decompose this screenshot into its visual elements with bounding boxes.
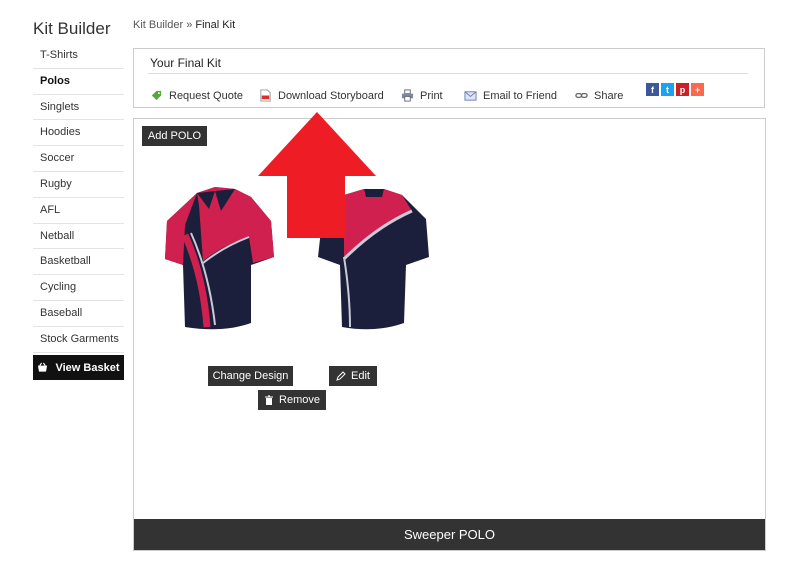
- printer-icon: [401, 89, 414, 102]
- sidebar-item-tshirts[interactable]: T-Shirts: [33, 43, 124, 69]
- pdf-icon: [260, 89, 271, 102]
- remove-button[interactable]: Remove: [258, 390, 326, 410]
- edit-button[interactable]: Edit: [329, 366, 377, 386]
- panel-divider: [148, 73, 748, 74]
- twitter-icon[interactable]: t: [661, 83, 674, 96]
- breadcrumb: Kit Builder » Final Kit: [133, 19, 235, 31]
- pencil-icon: [336, 371, 346, 381]
- facebook-icon[interactable]: f: [646, 83, 659, 96]
- sidebar-item-afl[interactable]: AFL: [33, 198, 124, 224]
- sidebar-item-basketball[interactable]: Basketball: [33, 249, 124, 276]
- sidebar-item-stock-garments[interactable]: Stock Garments: [33, 327, 124, 353]
- basket-icon: [38, 362, 48, 372]
- social-share-buttons: f t p +: [646, 83, 704, 96]
- final-kit-title: Your Final Kit: [150, 56, 221, 70]
- sidebar-title: Kit Builder: [33, 19, 111, 38]
- print-label: Print: [420, 89, 443, 102]
- design-name-bar: Sweeper POLO: [134, 519, 765, 550]
- email-icon: [464, 91, 477, 101]
- sidebar-item-hoodies[interactable]: Hoodies: [33, 120, 124, 147]
- edit-label: Edit: [351, 370, 370, 382]
- view-basket-label: View Basket: [55, 361, 120, 374]
- quote-tag-icon: [151, 90, 162, 101]
- sidebar-item-rugby[interactable]: Rugby: [33, 172, 124, 198]
- print-button[interactable]: Print: [401, 89, 443, 102]
- pinterest-icon[interactable]: p: [676, 83, 689, 96]
- link-chain-icon: [575, 92, 588, 99]
- view-basket-button[interactable]: View Basket: [33, 355, 124, 380]
- final-kit-panel: Your Final Kit Request Quote Download St…: [133, 48, 765, 108]
- download-storyboard-button[interactable]: Download Storyboard: [259, 89, 384, 102]
- email-friend-label: Email to Friend: [483, 89, 557, 102]
- request-quote-button[interactable]: Request Quote: [150, 89, 243, 102]
- breadcrumb-current: Final Kit: [195, 19, 236, 31]
- sidebar-item-soccer[interactable]: Soccer: [33, 146, 124, 172]
- sidebar-item-baseball[interactable]: Baseball: [33, 301, 124, 327]
- change-design-button[interactable]: Change Design: [208, 366, 293, 386]
- sidebar-item-netball[interactable]: Netball: [33, 224, 124, 250]
- addthis-icon[interactable]: +: [691, 83, 704, 96]
- trash-icon: [265, 395, 274, 405]
- share-button[interactable]: Share: [575, 89, 623, 102]
- share-label: Share: [594, 89, 624, 102]
- sidebar-item-singlets[interactable]: Singlets: [33, 95, 124, 121]
- sidebar-nav: T-Shirts Polos Singlets Hoodies Soccer R…: [33, 43, 124, 353]
- red-arrow-up-icon: [258, 112, 376, 238]
- remove-label: Remove: [279, 394, 320, 406]
- sidebar-item-polos[interactable]: Polos: [33, 69, 124, 95]
- kit-preview-area: Add POLO Change Design Edit Remove Sweep…: [133, 118, 766, 551]
- breadcrumb-separator: »: [186, 19, 193, 31]
- email-friend-button[interactable]: Email to Friend: [464, 89, 557, 102]
- add-polo-button[interactable]: Add POLO: [142, 126, 207, 146]
- breadcrumb-root[interactable]: Kit Builder: [133, 19, 183, 31]
- download-storyboard-label: Download Storyboard: [278, 89, 384, 102]
- request-quote-label: Request Quote: [169, 89, 243, 102]
- sidebar-item-cycling[interactable]: Cycling: [33, 275, 124, 301]
